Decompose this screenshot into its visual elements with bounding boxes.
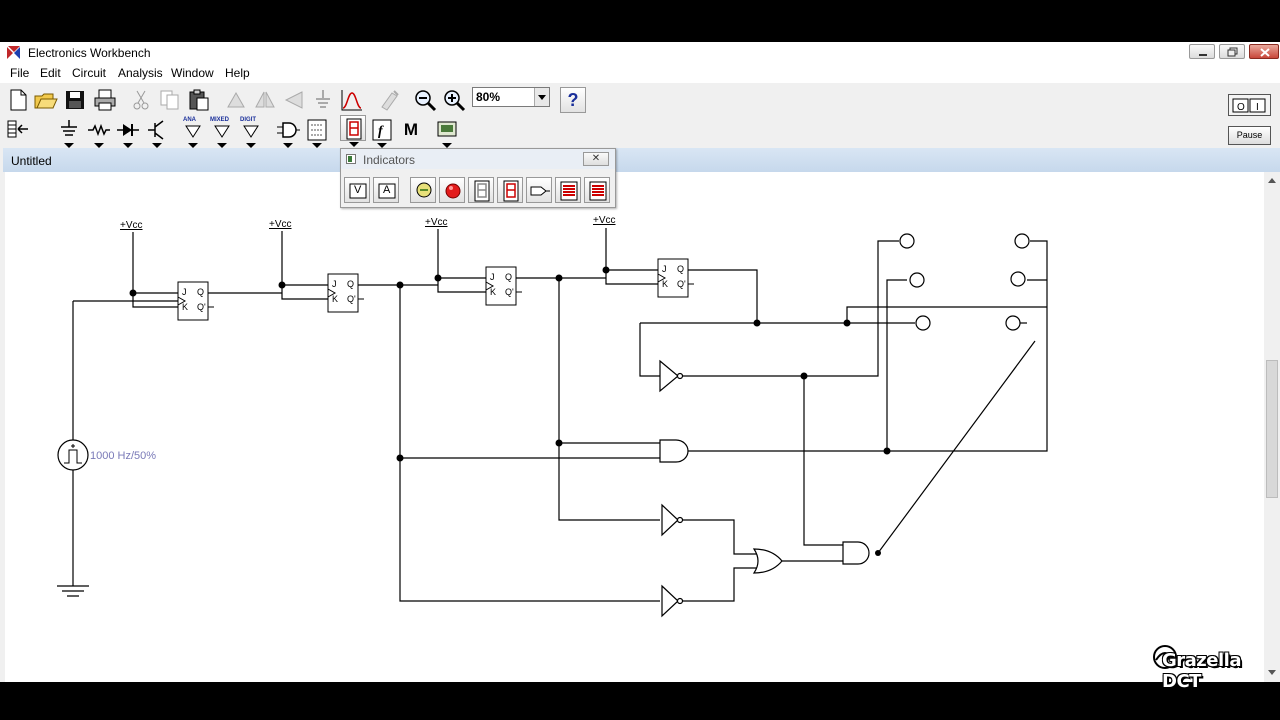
and-gate-1[interactable] — [659, 439, 689, 463]
output-terminal[interactable] — [1010, 271, 1026, 287]
vertical-scrollbar[interactable] — [1264, 172, 1280, 682]
or-gate[interactable] — [752, 548, 783, 574]
watermark-text: Grazella DCT — [1162, 650, 1241, 692]
scroll-up-icon[interactable] — [1268, 178, 1276, 183]
watermark: Grazella DCT — [1150, 640, 1270, 692]
jk-flipflop-3[interactable] — [485, 266, 522, 306]
output-terminal[interactable] — [909, 272, 925, 288]
and-gate-2[interactable] — [842, 541, 870, 565]
output-terminal[interactable] — [1005, 315, 1021, 331]
clock-source[interactable] — [57, 439, 89, 471]
output-terminal[interactable] — [1014, 233, 1030, 249]
circuit-diagram[interactable] — [0, 42, 1264, 640]
inverter-3[interactable] — [661, 584, 679, 618]
output-terminal[interactable] — [899, 233, 915, 249]
jk-flipflop-1[interactable] — [177, 281, 214, 321]
inverter-2[interactable] — [661, 503, 679, 537]
output-terminal[interactable] — [915, 315, 931, 331]
jk-flipflop-4[interactable] — [657, 258, 694, 298]
jk-flipflop-2[interactable] — [327, 273, 364, 313]
scrollbar-thumb[interactable] — [1266, 360, 1278, 498]
inverter-1[interactable] — [659, 359, 679, 393]
